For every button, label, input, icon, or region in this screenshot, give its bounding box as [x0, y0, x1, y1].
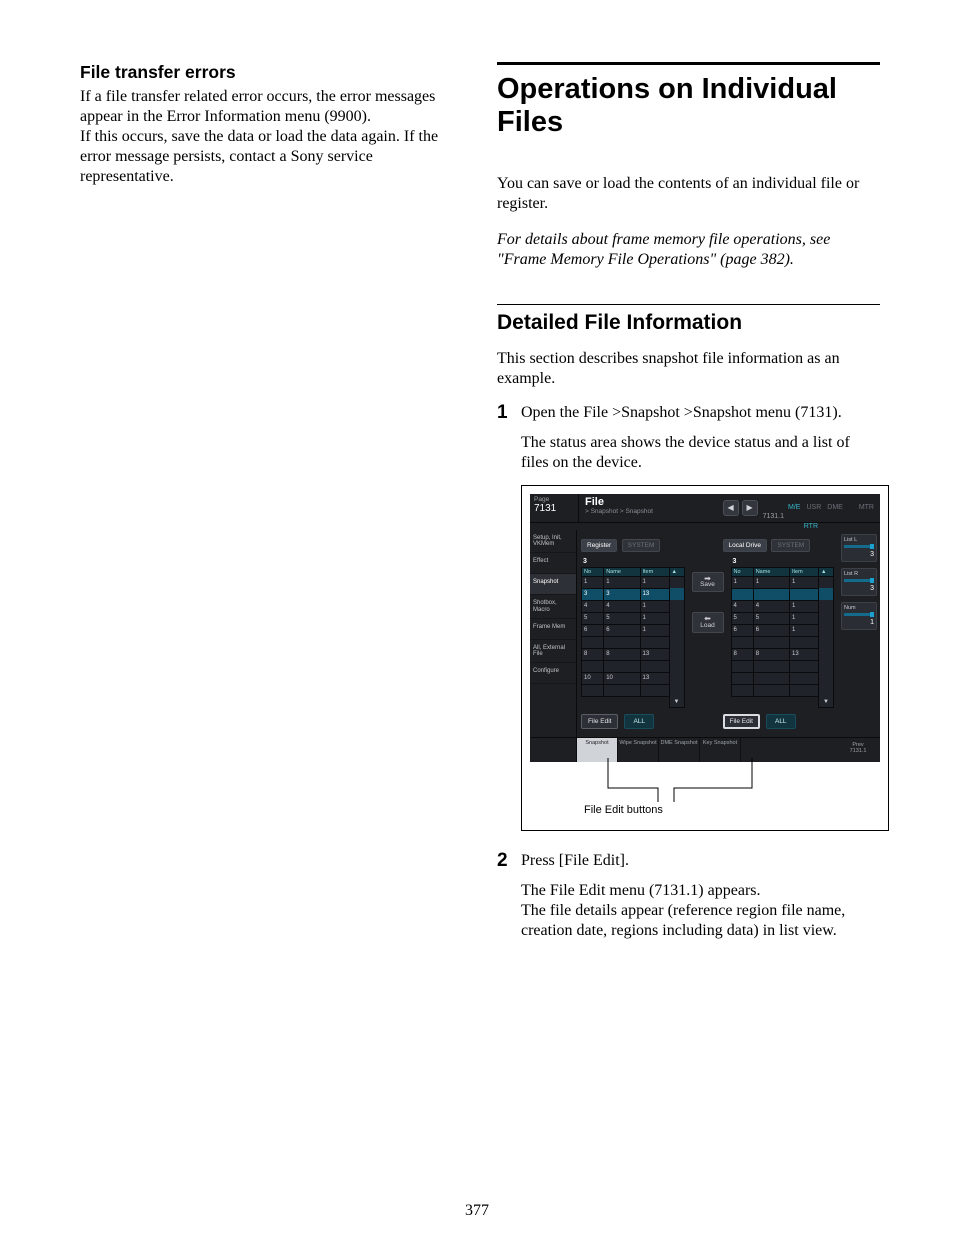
step-subtext: The status area shows the device status …: [521, 433, 880, 473]
local-drive-button[interactable]: Local Drive: [723, 539, 768, 552]
all-button[interactable]: ALL: [766, 714, 796, 729]
tab-usr[interactable]: USR: [806, 504, 821, 511]
top-tab-row: M/E USR DME MTR: [788, 494, 880, 522]
sidebar-item[interactable]: Snapshot: [530, 574, 576, 595]
step-number: 2: [497, 851, 511, 870]
nav-prev-button[interactable]: ◀: [723, 500, 739, 516]
system-button[interactable]: SYSTEM: [771, 539, 810, 552]
sidebar-item[interactable]: Setup, Init, VKMem: [530, 530, 576, 554]
nav-next-button[interactable]: ▶: [742, 500, 758, 516]
page-number: 377: [0, 1202, 954, 1220]
panel-count: 3: [583, 558, 685, 565]
menu-title: File > Snapshot > Snapshot: [579, 494, 719, 522]
subheading-file-transfer-errors: File transfer errors: [80, 62, 463, 83]
sidebar-item[interactable]: Shotbox, Macro: [530, 595, 576, 619]
left-column: File transfer errors If a file transfer …: [80, 62, 463, 941]
tab-dme[interactable]: DME: [827, 504, 843, 511]
nav-page-number: 7131.1: [763, 513, 784, 522]
right-parameter-column: List L 3 List R 3 Num: [838, 530, 880, 738]
sidebar-item[interactable]: All, External File: [530, 640, 576, 664]
rule: [497, 304, 880, 305]
right-column: Operations on Individual Files You can s…: [497, 62, 880, 941]
tab-mtr[interactable]: MTR: [859, 504, 874, 511]
note-reference: For details about frame memory file oper…: [497, 230, 880, 270]
tab-rtr[interactable]: RTR: [804, 523, 818, 530]
heading-operations: Operations on Individual Files: [497, 73, 880, 140]
heading-detailed-file-info: Detailed File Information: [497, 311, 880, 335]
register-button[interactable]: Register: [581, 539, 617, 552]
panel-count: 3: [733, 558, 835, 565]
sidebar-item[interactable]: Frame Mem: [530, 619, 576, 640]
file-table-left: No Name Item ▲ 1113313441551661881310101…: [581, 567, 685, 709]
page-indicator: Page 7131: [530, 494, 579, 522]
file-edit-button[interactable]: File Edit: [723, 714, 760, 729]
tab-me[interactable]: M/E: [788, 504, 800, 511]
step-number: 1: [497, 403, 511, 422]
param-num[interactable]: Num 1: [841, 602, 877, 630]
sidebar-item[interactable]: Effect: [530, 553, 576, 574]
all-button[interactable]: ALL: [624, 714, 654, 729]
system-button[interactable]: SYSTEM: [622, 539, 661, 552]
paragraph: If this occurs, save the data or load th…: [80, 127, 463, 187]
screenshot-figure: Page 7131 File > Snapshot > Snapshot ◀ ▶…: [521, 485, 889, 832]
file-table-right: No Name Item ▲ 1114415516618813 ▼: [731, 567, 835, 709]
paragraph: This section describes snapshot file inf…: [497, 349, 880, 389]
param-list-r[interactable]: List R 3: [841, 568, 877, 596]
figure-annotation: File Edit buttons: [530, 758, 880, 820]
file-edit-button[interactable]: File Edit: [581, 714, 618, 729]
annotation-label: File Edit buttons: [584, 804, 663, 816]
step-subtext: The File Edit menu (7131.1) appears. The…: [521, 881, 880, 941]
step-text: Press [File Edit].: [521, 851, 880, 871]
step-text: Open the File >Snapshot >Snapshot menu (…: [521, 403, 880, 423]
rule: [497, 62, 880, 65]
paragraph: If a file transfer related error occurs,…: [80, 87, 463, 127]
paragraph: You can save or load the contents of an …: [497, 174, 880, 214]
sidebar: Setup, Init, VKMem Effect Snapshot Shotb…: [530, 530, 577, 738]
screenshot: Page 7131 File > Snapshot > Snapshot ◀ ▶…: [530, 494, 880, 763]
save-button[interactable]: ➡Save: [692, 572, 724, 593]
load-button[interactable]: ⬅Load: [692, 612, 724, 633]
sidebar-item[interactable]: Configure: [530, 663, 576, 684]
param-list-l[interactable]: List L 3: [841, 534, 877, 562]
